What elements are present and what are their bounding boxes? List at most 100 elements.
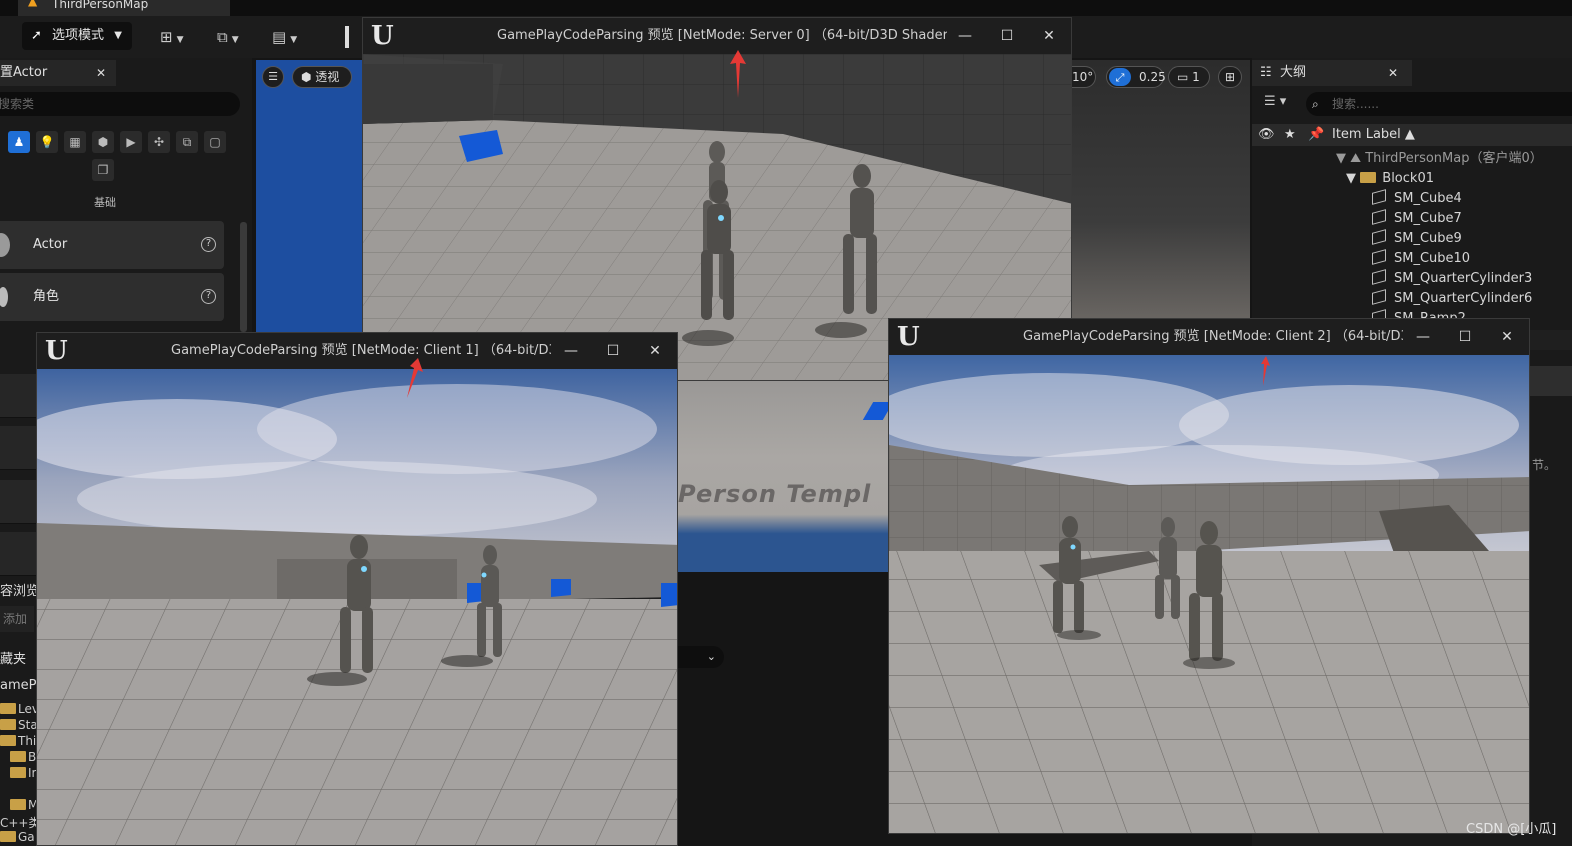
favorites-label[interactable]: 藏夹 (0, 648, 26, 667)
play-button-partial[interactable] (345, 26, 359, 48)
scale-snap-button[interactable]: ⤢ 0.25 (1106, 66, 1166, 88)
static-mesh-icon (1372, 189, 1386, 205)
help-icon[interactable]: ? (201, 237, 216, 252)
visual-effects-category-icon[interactable]: ⬢ (92, 131, 114, 153)
camera-speed-button[interactable]: ▭ 1 (1168, 66, 1210, 88)
window-title: GamePlayCodeParsing 预览 [NetMode: Server … (497, 28, 947, 43)
selection-mode-button[interactable]: ➚ 选项模式 ▼ (22, 22, 132, 50)
quick-add-button[interactable]: ⊞ ▼ (160, 24, 200, 50)
close-icon[interactable]: ✕ (1388, 60, 1398, 86)
place-actors-scrollbar[interactable] (240, 222, 247, 332)
basic-category-icon[interactable]: ♟ (8, 131, 30, 153)
place-actors-search-input[interactable]: 搜索类 (0, 92, 240, 116)
folder-icon (0, 719, 16, 730)
blueprint-button[interactable]: ⧉ ▼ (217, 24, 257, 50)
lights-category-icon[interactable]: 💡 (36, 131, 58, 153)
pin-icon[interactable]: 📌 (1308, 124, 1324, 146)
place-actor-row[interactable]: Actor? (0, 221, 224, 269)
level-text-sign: Person Templ (678, 480, 872, 508)
maximize-button[interactable]: ☐ (1445, 319, 1485, 355)
outliner-world-row[interactable]: ▼ ⛰ ThirdPersonMap（客户端0） (1252, 149, 1572, 169)
angle-snap-value[interactable]: 10° (1072, 66, 1096, 88)
actor-row-partial[interactable] (0, 426, 36, 470)
folder-tree-item[interactable]: M (10, 798, 38, 812)
cube-icon: ⬢ (301, 70, 316, 84)
help-icon[interactable]: ? (201, 289, 216, 304)
actor-row-partial[interactable] (0, 532, 36, 576)
close-button[interactable]: ✕ (1029, 18, 1069, 54)
place-actors-tab[interactable]: 置Actor ✕ (0, 60, 116, 86)
static-mesh-icon (1372, 209, 1386, 225)
blue-cube (661, 583, 677, 607)
content-browser-tab[interactable]: 容浏览 (0, 580, 39, 599)
camera-icon: ▭ (1177, 70, 1193, 84)
window-titlebar[interactable]: U GamePlayCodeParsing 预览 [NetMode: Clien… (889, 319, 1529, 355)
outliner-item-row[interactable]: SM_Cube7 (1252, 209, 1572, 229)
map-tab[interactable]: ▲ ThirdPersonMap (18, 0, 230, 16)
outliner-header: 👁 ★ 📌 Item Label ▲ (1252, 124, 1572, 146)
close-button[interactable]: ✕ (635, 333, 675, 369)
folder-tree-item[interactable]: C++类 (0, 814, 41, 831)
folder-icon (10, 767, 26, 778)
pie-window-client1[interactable]: U GamePlayCodeParsing 预览 [NetMode: Clien… (36, 332, 678, 846)
outliner-item-row[interactable]: SM_Cube9 (1252, 229, 1572, 249)
viewport-layout-icon[interactable]: ⊞ (1218, 66, 1242, 88)
star-icon[interactable]: ★ (1284, 124, 1296, 146)
window-titlebar[interactable]: U GamePlayCodeParsing 预览 [NetMode: Clien… (37, 333, 677, 369)
outliner-item-row[interactable]: SM_QuarterCylinder6 (1252, 289, 1572, 309)
scale-snap-value: 0.25 (1139, 70, 1166, 84)
more-category-icon[interactable]: ❐ (92, 159, 114, 181)
pie-window-client2[interactable]: U GamePlayCodeParsing 预览 [NetMode: Clien… (888, 318, 1530, 834)
shapes-category-icon[interactable]: ▢ (204, 131, 226, 153)
editor-top-strip (0, 0, 1572, 16)
folder-tree-item[interactable]: Thi (0, 734, 36, 748)
minimize-button[interactable]: — (945, 18, 985, 54)
folder-icon (0, 703, 16, 714)
folder-tree-item[interactable]: Ga (0, 830, 35, 844)
client2-scene (889, 355, 1529, 833)
static-mesh-icon (1372, 229, 1386, 245)
blue-cube (551, 579, 571, 597)
dropdown-button[interactable]: ⌄ (678, 646, 724, 668)
visibility-icon[interactable]: 👁 (1258, 124, 1275, 146)
outliner-search-placeholder: 搜索...... (1332, 97, 1379, 111)
folder-tree-item[interactable]: B (10, 750, 36, 764)
close-button[interactable]: ✕ (1487, 319, 1527, 355)
minimize-button[interactable]: — (551, 333, 591, 369)
filter-icon[interactable]: ☰ ▾ (1264, 94, 1298, 114)
actor-row-partial[interactable] (0, 374, 36, 418)
add-button[interactable]: 添加 (0, 606, 34, 632)
actor-row-partial[interactable] (0, 480, 36, 524)
maximize-button[interactable]: ☐ (987, 18, 1027, 54)
outliner-search-input[interactable]: ⌕ 搜索...... (1306, 92, 1572, 116)
static-mesh-icon (1372, 289, 1386, 305)
item-label-column[interactable]: Item Label ▲ (1332, 124, 1415, 146)
all-classes-category-icon[interactable]: ⧉ (176, 131, 198, 153)
editor-background-panel (678, 572, 888, 846)
place-character-row[interactable]: 角色? (0, 273, 224, 321)
folder-tree-item[interactable]: Lev (0, 702, 39, 716)
outliner-item-row[interactable]: SM_Cube4 (1252, 189, 1572, 209)
cinematic-category-icon[interactable]: ▦ (64, 131, 86, 153)
client1-viewport[interactable] (37, 369, 677, 845)
camera-speed-value: 1 (1192, 70, 1200, 84)
cinematics-button[interactable]: ▤ ▼ (272, 24, 312, 50)
static-mesh-icon (1372, 269, 1386, 285)
folder-tree-item[interactable]: Ir (10, 766, 36, 780)
geometry-category-icon[interactable]: ▶ (120, 131, 142, 153)
folder-tree-item[interactable]: Sta (0, 718, 38, 732)
volumes-category-icon[interactable]: ✣ (148, 131, 170, 153)
selection-mode-label: 选项模式 (52, 28, 105, 43)
outliner-folder-row[interactable]: ▼ Block01 (1252, 169, 1572, 189)
outliner-item-row[interactable]: SM_QuarterCylinder3 (1252, 269, 1572, 289)
close-icon[interactable]: ✕ (96, 60, 106, 86)
outliner-item-row[interactable]: SM_Cube10 (1252, 249, 1572, 269)
outliner-tab[interactable]: ☷ 大纲 ✕ (1252, 60, 1412, 86)
perspective-label: 透视 (315, 70, 340, 84)
window-titlebar[interactable]: U GamePlayCodeParsing 预览 [NetMode: Serve… (363, 18, 1071, 54)
client2-viewport[interactable] (889, 355, 1529, 833)
maximize-button[interactable]: ☐ (593, 333, 633, 369)
minimize-button[interactable]: — (1403, 319, 1443, 355)
viewport-menu-icon[interactable]: ☰ (262, 66, 284, 88)
perspective-button[interactable]: ⬢ 透视 (292, 66, 352, 88)
